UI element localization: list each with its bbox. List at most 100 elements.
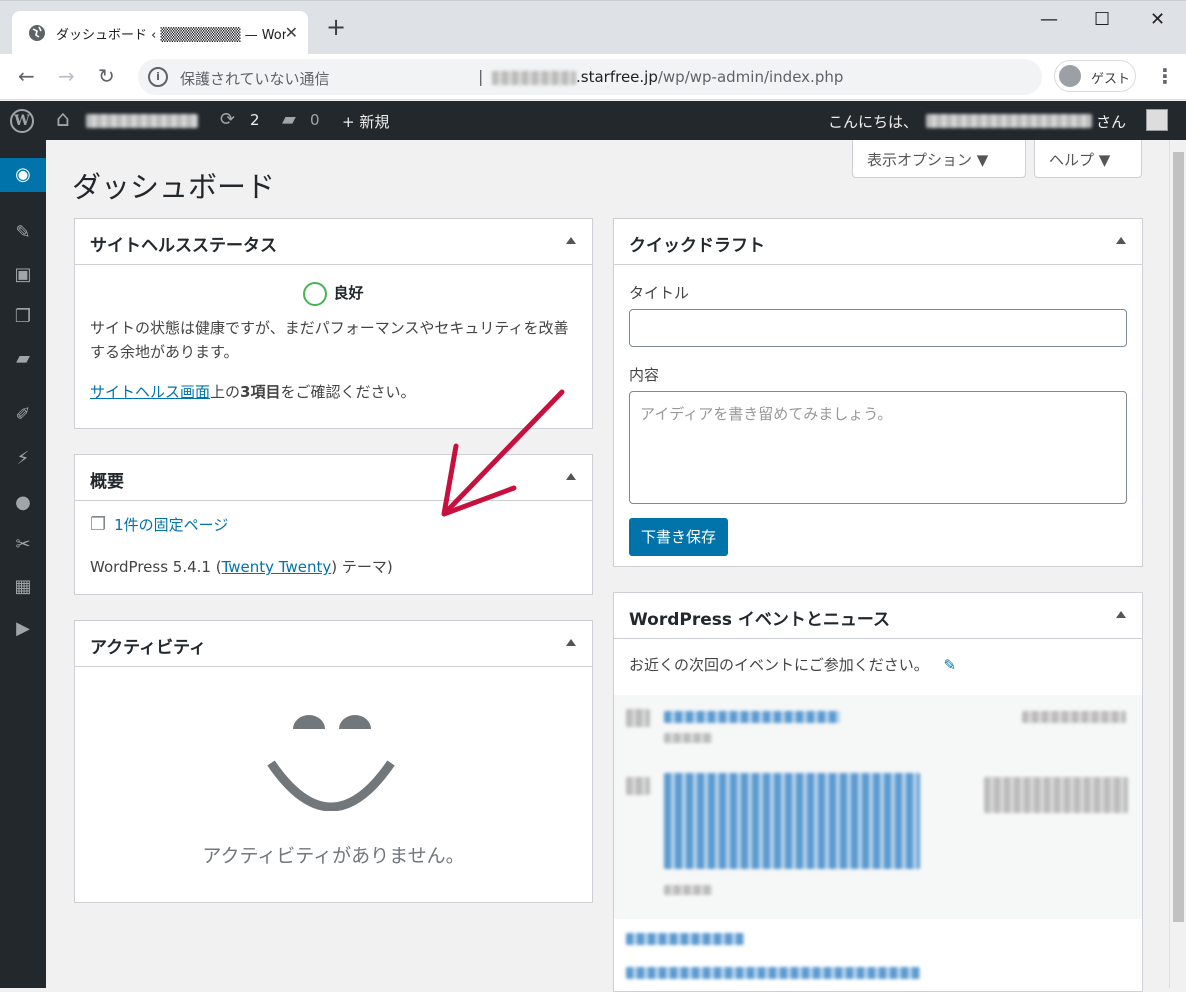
site-health-link[interactable]: サイトヘルス画面 (90, 383, 210, 401)
activity-empty-message: アクティビティがありません。 (202, 845, 465, 867)
updates-icon[interactable]: ⟳ (220, 109, 235, 130)
menu-appearance[interactable]: ✐ (0, 398, 46, 432)
browser-menu-icon[interactable]: ⋮ (1155, 64, 1175, 88)
draft-title-input[interactable] (629, 309, 1127, 347)
collapse-toggle-icon[interactable] (566, 639, 576, 646)
redacted-event-link[interactable] (664, 773, 920, 869)
comments-icon: ▰ (16, 348, 30, 369)
redacted-event-place (664, 885, 712, 895)
globe-icon (29, 25, 45, 41)
wordpress-logo-icon[interactable]: W (10, 109, 34, 133)
edit-location-icon[interactable]: ✎ (943, 656, 956, 674)
health-status-label: 良好 (333, 284, 364, 302)
posts-icon: ✎ (15, 222, 31, 243)
redacted-event-link[interactable] (664, 711, 840, 723)
new-content-link[interactable]: + 新規 (342, 111, 389, 132)
maximize-button[interactable]: ☐ (1094, 9, 1110, 30)
dashboard-icon: ◉ (15, 164, 31, 185)
draft-content-textarea[interactable]: アイディアを書き留めてみましょう。 (629, 391, 1127, 504)
activity-title[interactable]: アクティビティ (75, 621, 592, 667)
annotation-arrow-icon (441, 389, 565, 517)
close-window-button[interactable]: ✕ (1150, 9, 1165, 30)
admin-menu: ◉ ✎ ▣ ❐ ▰ ✐ ⚡ ● ✂ ▦ ▶ (0, 140, 46, 988)
redacted-site-name[interactable] (86, 114, 198, 128)
quick-draft-title-text: クイックドラフト (629, 236, 765, 256)
browser-tab[interactable]: ダッシュボード ‹ ▒▒▒▒▒▒▒▒ — Wor ✕ (12, 11, 308, 55)
guest-label: ゲスト (1091, 72, 1131, 87)
greeting-suffix[interactable]: さん (1096, 111, 1126, 132)
quick-draft-widget: クイックドラフト タイトル 内容 アイディアを書き留めてみましょう。 下書き保存 (613, 218, 1143, 567)
health-text-mid: 上の (210, 382, 241, 401)
avatar[interactable] (1146, 109, 1168, 131)
menu-tools[interactable]: ✂ (0, 528, 46, 562)
screen-options-button[interactable]: 表示オプション ▼ (852, 140, 1026, 178)
events-news-widget: WordPress イベントとニュース お近くの次回のイベントにご参加ください。… (613, 592, 1143, 992)
updates-count[interactable]: 2 (250, 111, 260, 129)
menu-plugins[interactable]: ⚡ (0, 442, 46, 476)
quick-draft-title[interactable]: クイックドラフト (614, 219, 1142, 265)
wp-version-line: WordPress 5.4.1 (Twenty Twenty) テーマ) (90, 555, 577, 579)
redacted-subdomain (492, 70, 576, 85)
comments-count[interactable]: 0 (310, 111, 320, 129)
url-host: .starfree.jp (576, 68, 658, 86)
tab-title: ダッシュボード ‹ ▒▒▒▒▒▒▒▒ — Wor (56, 28, 286, 43)
redacted-event-place (664, 733, 712, 743)
forward-button[interactable]: → (58, 64, 75, 88)
media-icon: ▣ (14, 264, 32, 285)
scrollbar-thumb[interactable] (1173, 152, 1184, 922)
redacted-event-icon (626, 709, 650, 727)
guest-avatar-icon (1059, 65, 1081, 87)
menu-users[interactable]: ● (0, 486, 46, 520)
users-icon: ● (15, 492, 31, 513)
address-bar[interactable]: i 保護されていない通信 | .starfree.jp/wp/wp-admin/… (138, 59, 1042, 95)
health-items-count: 3項目 (240, 382, 281, 401)
url-path: /wp/wp-admin/index.php (657, 68, 844, 86)
health-status: 良好 (90, 277, 577, 306)
comments-icon[interactable]: ▰ (282, 109, 296, 130)
browser-toolbar: ← → ↻ i 保護されていない通信 | .starfree.jp/wp/wp-… (0, 54, 1186, 100)
menu-collapse[interactable]: ▶ (0, 612, 46, 646)
redacted-username[interactable] (926, 114, 1092, 128)
plugins-icon: ⚡ (16, 448, 30, 469)
draft-content-label: 内容 (629, 366, 660, 384)
menu-pages[interactable]: ❐ (0, 300, 46, 334)
home-icon[interactable]: ⌂ (56, 107, 70, 132)
health-description: サイトの状態は健康ですが、まだパフォーマンスやセキュリティを改善する余地がありま… (90, 318, 569, 361)
new-tab-button[interactable]: + (326, 15, 346, 39)
back-button[interactable]: ← (18, 64, 35, 88)
wp-admin-bar: W ⌂ ⟳ 2 ▰ 0 + 新規 こんにちは、 さん (0, 101, 1186, 140)
theme-link[interactable]: Twenty Twenty (222, 558, 332, 576)
info-icon[interactable]: i (148, 67, 168, 87)
close-tab-icon[interactable]: ✕ (285, 23, 298, 42)
site-health-title-text: サイトヘルスステータス (90, 236, 277, 256)
redacted-news-link[interactable] (626, 967, 920, 979)
help-button[interactable]: ヘルプ ▼ (1034, 140, 1142, 178)
events-intro-text: お近くの次回のイベントにご参加ください。 (629, 656, 929, 674)
menu-media[interactable]: ▣ (0, 258, 46, 292)
settings-icon: ▦ (14, 576, 32, 597)
site-health-title[interactable]: サイトヘルスステータス (75, 219, 592, 265)
pages-count-link[interactable]: 1件の固定ページ (114, 516, 228, 534)
activity-title-text: アクティビティ (90, 638, 207, 658)
page-title: ダッシュボード (72, 170, 276, 204)
reload-button[interactable]: ↻ (98, 64, 115, 88)
tools-icon: ✂ (15, 534, 31, 555)
page-scrollbar[interactable] (1169, 140, 1186, 988)
events-title[interactable]: WordPress イベントとニュース (614, 593, 1142, 639)
collapse-toggle-icon[interactable] (566, 237, 576, 244)
greeting-prefix[interactable]: こんにちは、 (828, 111, 918, 132)
minimize-button[interactable]: — (1040, 9, 1058, 30)
health-circle-icon (303, 281, 328, 306)
save-draft-button[interactable]: 下書き保存 (629, 518, 729, 556)
collapse-toggle-icon[interactable] (1116, 237, 1126, 244)
redacted-event-date (1022, 711, 1126, 723)
profile-button[interactable]: ゲスト (1054, 60, 1136, 92)
security-status: 保護されていない通信 (180, 70, 330, 88)
menu-comments[interactable]: ▰ (0, 342, 46, 376)
menu-dashboard[interactable]: ◉ (0, 158, 46, 192)
url-text: .starfree.jp/wp/wp-admin/index.php (492, 68, 843, 86)
menu-settings[interactable]: ▦ (0, 570, 46, 604)
menu-posts[interactable]: ✎ (0, 216, 46, 250)
collapse-toggle-icon[interactable] (1116, 611, 1126, 618)
redacted-news-link[interactable] (626, 933, 744, 945)
